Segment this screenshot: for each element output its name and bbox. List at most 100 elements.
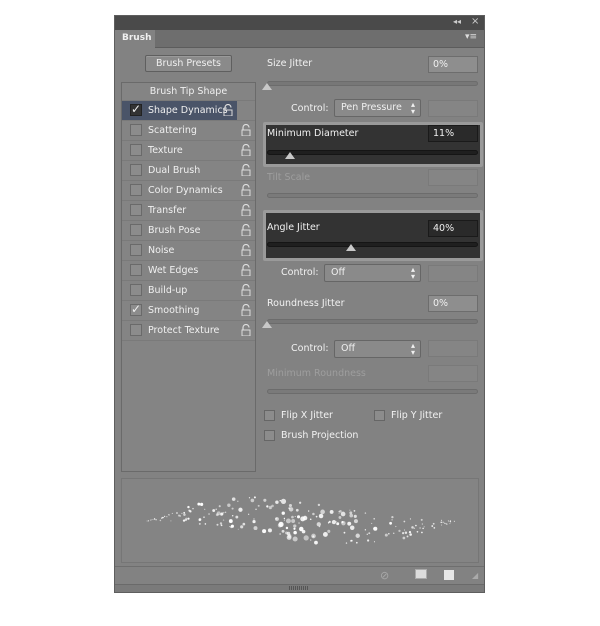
close-icon[interactable]: × — [471, 16, 479, 27]
panel-menu-icon[interactable]: ▾≡ — [465, 32, 477, 42]
minimum-diameter-slider[interactable] — [267, 150, 478, 155]
checkbox[interactable]: ✓ — [130, 302, 142, 316]
tilt-scale-slider — [267, 193, 478, 198]
checkbox[interactable] — [130, 324, 142, 336]
brush-dab — [432, 522, 435, 525]
brush-dab — [227, 503, 231, 507]
list-item-protect-texture[interactable]: Protect Texture — [122, 321, 255, 341]
size-jitter-slider[interactable] — [267, 81, 478, 86]
list-item-texture[interactable]: Texture — [122, 141, 255, 161]
brush-dab — [371, 522, 373, 524]
lock-icon[interactable] — [241, 164, 251, 176]
panel-resize-bar[interactable] — [115, 584, 484, 592]
brush-dab — [187, 517, 190, 520]
list-item-noise[interactable]: Noise — [122, 241, 255, 261]
resize-grip-icon[interactable]: ◢ — [472, 571, 478, 580]
checkbox[interactable]: ✓ — [130, 102, 142, 116]
brush-dab — [250, 498, 255, 503]
control-select-roundness[interactable]: Off ▴ ▾ — [334, 340, 421, 358]
double-chevron-left-icon[interactable]: ◂◂ — [453, 17, 461, 26]
brush-tip-shape-item[interactable]: Brush Tip Shape — [122, 86, 255, 97]
brush-presets-button[interactable]: Brush Presets — [145, 55, 232, 72]
lock-icon[interactable] — [241, 204, 251, 216]
lock-icon[interactable] — [241, 144, 251, 156]
minimum-diameter-input[interactable]: 11% — [428, 125, 478, 142]
lock-icon[interactable] — [241, 284, 251, 296]
brush-dab — [301, 529, 306, 534]
brush-dab — [349, 525, 355, 531]
lock-icon[interactable] — [241, 324, 251, 336]
brush-dab — [347, 521, 352, 526]
lock-icon[interactable] — [241, 244, 251, 256]
size-jitter-input[interactable]: 0% — [428, 56, 478, 73]
brush-dab — [440, 519, 443, 521]
list-item-transfer[interactable]: Transfer — [122, 201, 255, 221]
list-item-wet-edges[interactable]: Wet Edges — [122, 261, 255, 281]
checkbox[interactable] — [130, 204, 142, 216]
open-preset-grid-icon[interactable] — [415, 569, 427, 579]
control-value: Off — [331, 267, 346, 278]
list-item-smoothing[interactable]: ✓ Smoothing — [122, 301, 255, 321]
list-item-brush-pose[interactable]: Brush Pose — [122, 221, 255, 241]
checkbox[interactable] — [130, 244, 142, 256]
flip-y-checkbox[interactable] — [374, 410, 385, 421]
toggle-live-tip-preview-icon[interactable]: ⊘ — [380, 569, 389, 582]
checkbox[interactable] — [130, 264, 142, 276]
brush-projection-checkbox[interactable] — [264, 430, 275, 441]
brush-dab — [409, 533, 412, 536]
brush-dab — [192, 507, 194, 510]
angle-jitter-input[interactable]: 40% — [428, 220, 478, 237]
lock-icon[interactable] — [223, 104, 233, 116]
roundness-jitter-input[interactable]: 0% — [428, 295, 478, 312]
checkbox[interactable] — [130, 144, 142, 156]
grip-icon — [289, 586, 309, 590]
list-item-scattering[interactable]: Scattering — [122, 121, 255, 141]
brush-dab — [152, 518, 154, 521]
brush-dab — [431, 525, 434, 527]
lock-icon[interactable] — [241, 124, 251, 136]
brush-dab — [275, 500, 279, 504]
brush-dab — [368, 532, 371, 535]
control-select-size[interactable]: Pen Pressure ▴ ▾ — [334, 99, 421, 117]
tilt-scale-label: Tilt Scale — [267, 172, 311, 183]
flip-x-checkbox[interactable] — [264, 410, 275, 421]
lock-icon[interactable] — [241, 184, 251, 196]
brush-projection-label: Brush Projection — [281, 430, 359, 441]
checkbox[interactable] — [130, 284, 142, 296]
roundness-jitter-slider[interactable] — [267, 319, 478, 324]
tab-brush[interactable]: Brush — [115, 30, 155, 48]
roundness-jitter-thumb[interactable] — [262, 321, 272, 328]
brush-dab — [216, 511, 221, 516]
disabled-field — [428, 340, 478, 357]
size-jitter-label: Size Jitter — [267, 58, 313, 69]
list-item-dual-brush[interactable]: Dual Brush — [122, 161, 255, 181]
checkbox[interactable] — [130, 164, 142, 176]
lock-icon[interactable] — [241, 304, 251, 316]
create-new-brush-icon[interactable] — [444, 570, 454, 580]
brush-dab — [266, 505, 269, 508]
brush-dab — [421, 531, 423, 534]
brush-dab — [384, 533, 388, 537]
brush-dab — [277, 523, 283, 528]
checkbox[interactable] — [130, 184, 142, 196]
list-item-shape-dynamics[interactable]: ✓ Shape Dynamics — [122, 101, 255, 121]
brush-dab — [391, 516, 394, 519]
brush-dab — [148, 520, 150, 522]
brush-dab — [433, 526, 436, 529]
control-select-angle[interactable]: Off ▴ ▾ — [324, 264, 421, 282]
brush-dab — [281, 511, 285, 515]
lock-icon[interactable] — [241, 264, 251, 276]
list-item-color-dynamics[interactable]: Color Dynamics — [122, 181, 255, 201]
checkbox[interactable] — [130, 224, 142, 236]
size-jitter-thumb[interactable] — [262, 83, 272, 90]
roundness-jitter-label: Roundness Jitter — [267, 298, 345, 309]
angle-jitter-thumb[interactable] — [346, 244, 357, 251]
lock-icon[interactable] — [241, 224, 251, 236]
brush-dab — [228, 519, 233, 523]
brush-dab — [393, 532, 395, 534]
minimum-diameter-thumb[interactable] — [285, 152, 296, 159]
checkbox[interactable] — [130, 124, 142, 136]
list-item-build-up[interactable]: Build-up — [122, 281, 255, 301]
tab-bar: Brush ▾≡ — [115, 30, 484, 48]
angle-jitter-slider[interactable] — [267, 242, 478, 247]
